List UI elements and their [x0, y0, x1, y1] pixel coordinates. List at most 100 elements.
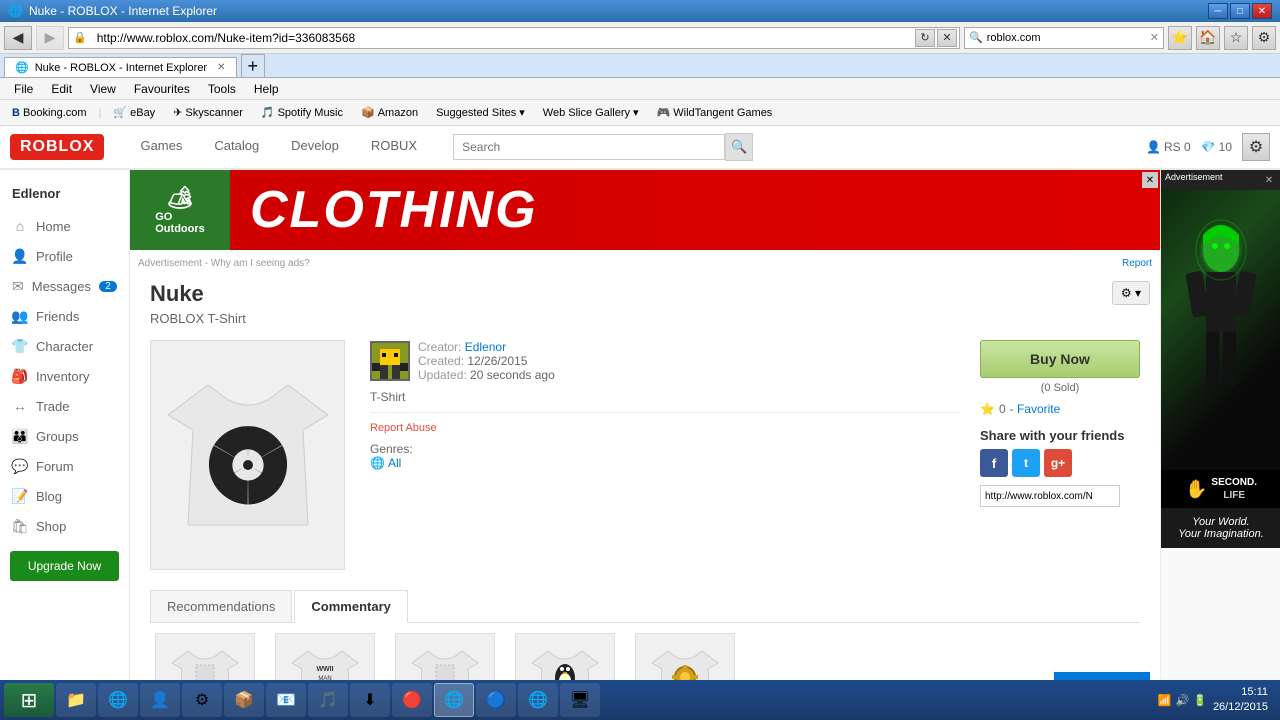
refresh-button[interactable]: ↻: [915, 29, 935, 47]
maximize-button[interactable]: □: [1230, 3, 1250, 19]
roblox-logo[interactable]: ROBLOX: [10, 134, 104, 160]
nav-catalog[interactable]: Catalog: [198, 130, 275, 164]
ebay-icon: 🛒: [113, 106, 127, 119]
share-area: Share with your friends f t g+: [980, 428, 1140, 507]
sold-count: (0 Sold): [980, 382, 1140, 394]
ie2-icon: 🌐: [526, 688, 550, 712]
search-submit-icon[interactable]: ✕: [1146, 31, 1163, 44]
sidebar-item-shop[interactable]: 🛍 Shop: [0, 511, 129, 541]
ad-close-button[interactable]: ✕: [1142, 172, 1158, 188]
taskbar-email[interactable]: 📧: [266, 683, 306, 717]
sidebar-item-messages[interactable]: ✉ Messages 2: [0, 271, 129, 301]
menu-edit[interactable]: Edit: [43, 80, 80, 98]
tab-recommendations[interactable]: Recommendations: [150, 590, 292, 622]
taskbar-ie2[interactable]: 🌐: [518, 683, 558, 717]
share-url-input[interactable]: [980, 485, 1120, 507]
stop-button[interactable]: ✕: [937, 29, 957, 47]
start-button[interactable]: ⊞: [4, 683, 54, 717]
fav-ebay[interactable]: 🛒 eBay: [107, 104, 161, 121]
robux-badge[interactable]: 💎 10: [1201, 140, 1232, 154]
url-input[interactable]: [91, 28, 913, 48]
sl-logo: ✋ SECOND. LIFE: [1161, 470, 1280, 508]
taskbar-roblox[interactable]: 🔴: [392, 683, 432, 717]
taskbar-amazon[interactable]: 📦: [224, 683, 264, 717]
taskbar-browser-active[interactable]: 🌐: [434, 683, 474, 717]
ad-clothing-text: CLOTHING: [230, 180, 538, 240]
browser-search-input[interactable]: [987, 28, 1146, 48]
taskbar-vm[interactable]: 🖥: [560, 683, 600, 717]
nav-robux[interactable]: ROBUX: [355, 130, 433, 164]
fav-amazon[interactable]: 📦 Amazon: [355, 104, 424, 121]
sidebar-item-blog[interactable]: 📝 Blog: [0, 481, 129, 511]
back-button[interactable]: ◀: [4, 26, 32, 50]
booking-icon: B: [12, 107, 20, 119]
page-body: Edlenor ⌂ Home 👤 Profile ✉ Messages 2 👥 …: [0, 170, 1280, 720]
sidebar-item-forum[interactable]: 💬 Forum: [0, 451, 129, 481]
gear-button[interactable]: ⚙ ▾: [1112, 281, 1150, 305]
roblox-search-input[interactable]: [453, 134, 725, 160]
creator-link[interactable]: Edlenor: [465, 340, 506, 354]
fav-skyscanner[interactable]: ✈ Skyscanner: [167, 104, 249, 121]
nav-develop[interactable]: Develop: [275, 130, 355, 164]
tab-close-button[interactable]: ✕: [217, 62, 225, 73]
tab-list: Recommendations Commentary: [150, 590, 1140, 622]
new-tab-button[interactable]: +: [241, 54, 266, 77]
forum-icon: 💬: [12, 458, 28, 474]
taskbar-download[interactable]: ⬇: [350, 683, 390, 717]
sl-tagline: Your World. Your Imagination.: [1161, 508, 1280, 548]
forward-button[interactable]: ▶: [36, 26, 64, 50]
share-googleplus-button[interactable]: g+: [1044, 449, 1072, 477]
fav-booking[interactable]: B Booking.com: [6, 105, 93, 121]
fav-suggested[interactable]: Suggested Sites ▾: [430, 104, 531, 121]
taskbar-ie[interactable]: 🌐: [98, 683, 138, 717]
taskbar-chrome[interactable]: 🔵: [476, 683, 516, 717]
minimize-button[interactable]: ─: [1208, 3, 1228, 19]
star-btn[interactable]: ☆: [1224, 26, 1248, 50]
menu-file[interactable]: File: [6, 80, 41, 98]
tab-title: Nuke - ROBLOX - Internet Explorer: [35, 62, 207, 74]
share-twitter-button[interactable]: t: [1012, 449, 1040, 477]
sl-ad-close[interactable]: ✕: [1261, 172, 1277, 188]
sidebar-item-inventory[interactable]: 🎒 Inventory: [0, 361, 129, 391]
taskbar-spotify[interactable]: 🎵: [308, 683, 348, 717]
upgrade-button[interactable]: Upgrade Now: [10, 551, 119, 581]
robux-icon: 💎: [1201, 140, 1216, 154]
taskbar-settings[interactable]: ⚙: [182, 683, 222, 717]
favorite-area: ⭐ 0 - Favorite: [980, 402, 1140, 416]
fav-webslice[interactable]: Web Slice Gallery ▾: [537, 104, 645, 121]
roblox-search-button[interactable]: 🔍: [725, 133, 753, 161]
type-label: T-Shirt: [370, 390, 960, 404]
nav-games[interactable]: Games: [124, 130, 198, 164]
sidebar-item-profile[interactable]: 👤 Profile: [0, 241, 129, 271]
close-button[interactable]: ✕: [1252, 3, 1272, 19]
menu-tools[interactable]: Tools: [200, 80, 244, 98]
taskbar-file-explorer[interactable]: 📁: [56, 683, 96, 717]
favorites-btn[interactable]: ⭐: [1168, 26, 1192, 50]
system-clock: 15:11 26/12/2015: [1213, 685, 1268, 716]
favorite-link[interactable]: - Favorite: [1010, 402, 1061, 416]
buy-now-button[interactable]: Buy Now: [980, 340, 1140, 378]
home-nav-btn[interactable]: 🏠: [1196, 26, 1220, 50]
taskbar-user[interactable]: 👤: [140, 683, 180, 717]
menu-favourites[interactable]: Favourites: [126, 80, 198, 98]
share-facebook-button[interactable]: f: [980, 449, 1008, 477]
second-life-ad: Advertisement ✕: [1161, 170, 1280, 548]
fav-wildtangent[interactable]: 🎮 WildTangent Games: [651, 104, 779, 121]
sidebar-item-character[interactable]: 👕 Character: [0, 331, 129, 361]
settings-nav-btn[interactable]: ⚙: [1252, 26, 1276, 50]
menu-view[interactable]: View: [82, 80, 124, 98]
share-buttons: f t g+: [980, 449, 1140, 477]
browser-tab[interactable]: 🌐 Nuke - ROBLOX - Internet Explorer ✕: [4, 57, 237, 77]
sidebar-item-trade[interactable]: ↔ Trade: [0, 391, 129, 421]
tab-commentary[interactable]: Commentary: [294, 590, 407, 623]
fav-spotify[interactable]: 🎵 Spotify Music: [255, 104, 349, 121]
report-abuse-link[interactable]: Report Abuse: [370, 422, 437, 434]
account-badge[interactable]: 👤 RS 0: [1146, 140, 1191, 154]
menu-help[interactable]: Help: [246, 80, 287, 98]
friends-icon: 👥: [12, 308, 28, 324]
sidebar-item-friends[interactable]: 👥 Friends: [0, 301, 129, 331]
genre-all-link[interactable]: 🌐 All: [370, 456, 960, 470]
sidebar-item-groups[interactable]: 👪 Groups: [0, 421, 129, 451]
settings-button[interactable]: ⚙: [1242, 133, 1270, 161]
sidebar-item-home[interactable]: ⌂ Home: [0, 211, 129, 241]
